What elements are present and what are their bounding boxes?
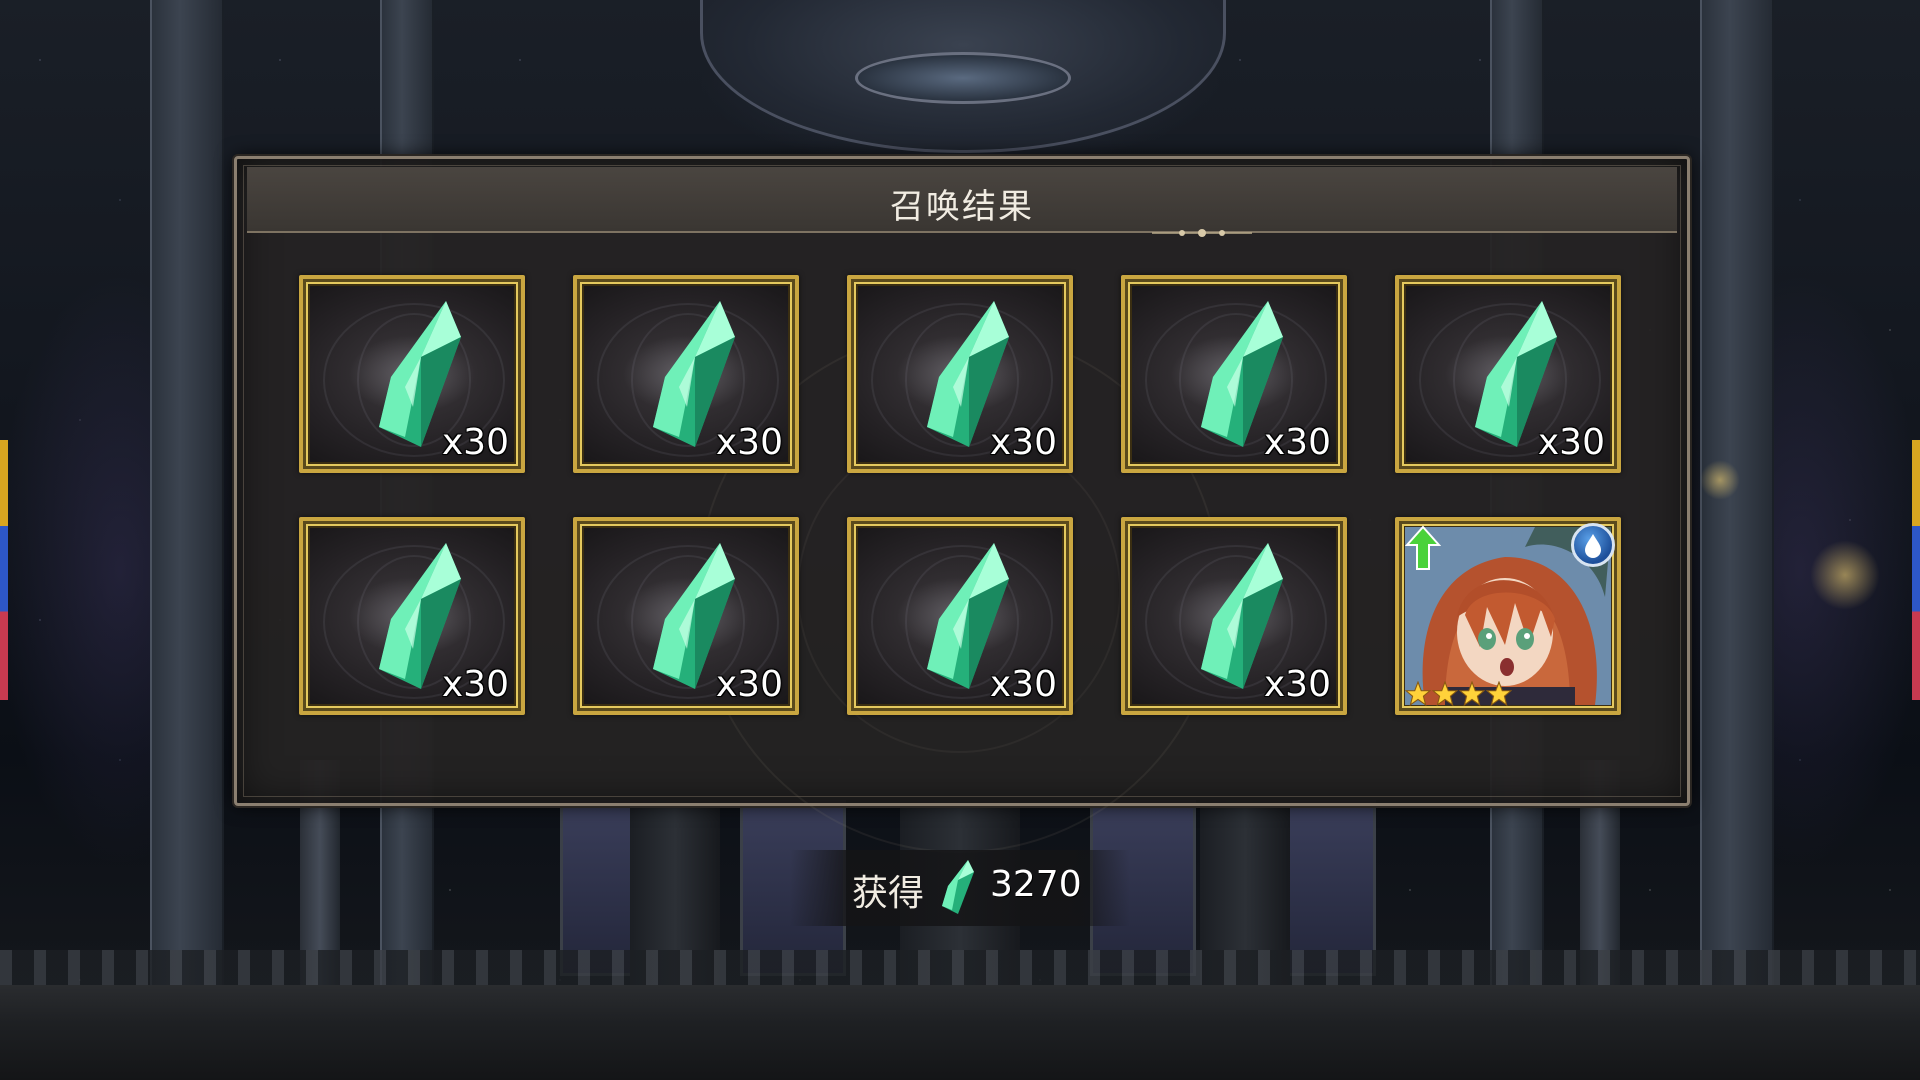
quantity-label: x30 — [989, 422, 1057, 463]
result-card-crystal[interactable]: x30 — [573, 517, 799, 715]
dome-skylight — [855, 52, 1071, 104]
arch-pillar-right — [1700, 0, 1774, 1000]
dialog-title: 召唤结果 — [890, 187, 1034, 227]
title-ornament-icon — [1152, 229, 1252, 237]
obtained-label: 获得 — [852, 873, 925, 914]
result-card-crystal[interactable]: x30 — [299, 517, 525, 715]
summon-result-dialog: 召唤结果 x30 x30 x30 x30 x30 x30 x30 x30 x30 — [234, 156, 1690, 853]
star-icon — [1432, 681, 1458, 707]
result-card-crystal[interactable]: x30 — [1121, 517, 1347, 715]
quantity-label: x30 — [441, 664, 509, 705]
result-card-crystal[interactable]: x30 — [573, 275, 799, 473]
light-bokeh — [1810, 540, 1880, 610]
quantity-label: x30 — [1537, 422, 1605, 463]
green-crystal-icon — [942, 860, 974, 914]
quantity-label: x30 — [715, 664, 783, 705]
quantity-label: x30 — [441, 422, 509, 463]
result-card-crystal[interactable]: x30 — [847, 275, 1073, 473]
star-icon — [1486, 681, 1512, 707]
dialog-header: 召唤结果 — [247, 167, 1677, 237]
floor — [0, 985, 1920, 1080]
quantity-label: x30 — [715, 422, 783, 463]
quantity-label: x30 — [1263, 422, 1331, 463]
quantity-label: x30 — [989, 664, 1057, 705]
star-icon — [1405, 681, 1431, 707]
obtained-summary: 获得 3270 — [790, 850, 1130, 926]
result-card-crystal[interactable]: x30 — [1395, 275, 1621, 473]
water-icon — [1571, 523, 1615, 567]
obtained-value: 3270 — [990, 864, 1082, 905]
star-icon — [1459, 681, 1485, 707]
light-bokeh — [1700, 460, 1740, 500]
balustrade — [0, 950, 1920, 990]
result-card-crystal[interactable]: x30 — [1121, 275, 1347, 473]
rarity-stars — [1405, 681, 1512, 707]
edge-strip-left — [0, 440, 8, 700]
result-card-crystal[interactable]: x30 — [299, 275, 525, 473]
result-card-character[interactable] — [1395, 517, 1621, 715]
edge-strip-right — [1912, 440, 1920, 700]
result-card-crystal[interactable]: x30 — [847, 517, 1073, 715]
upgrade-arrow-icon — [1405, 525, 1441, 570]
quantity-label: x30 — [1263, 664, 1331, 705]
arch-pillar-left — [150, 0, 224, 1000]
